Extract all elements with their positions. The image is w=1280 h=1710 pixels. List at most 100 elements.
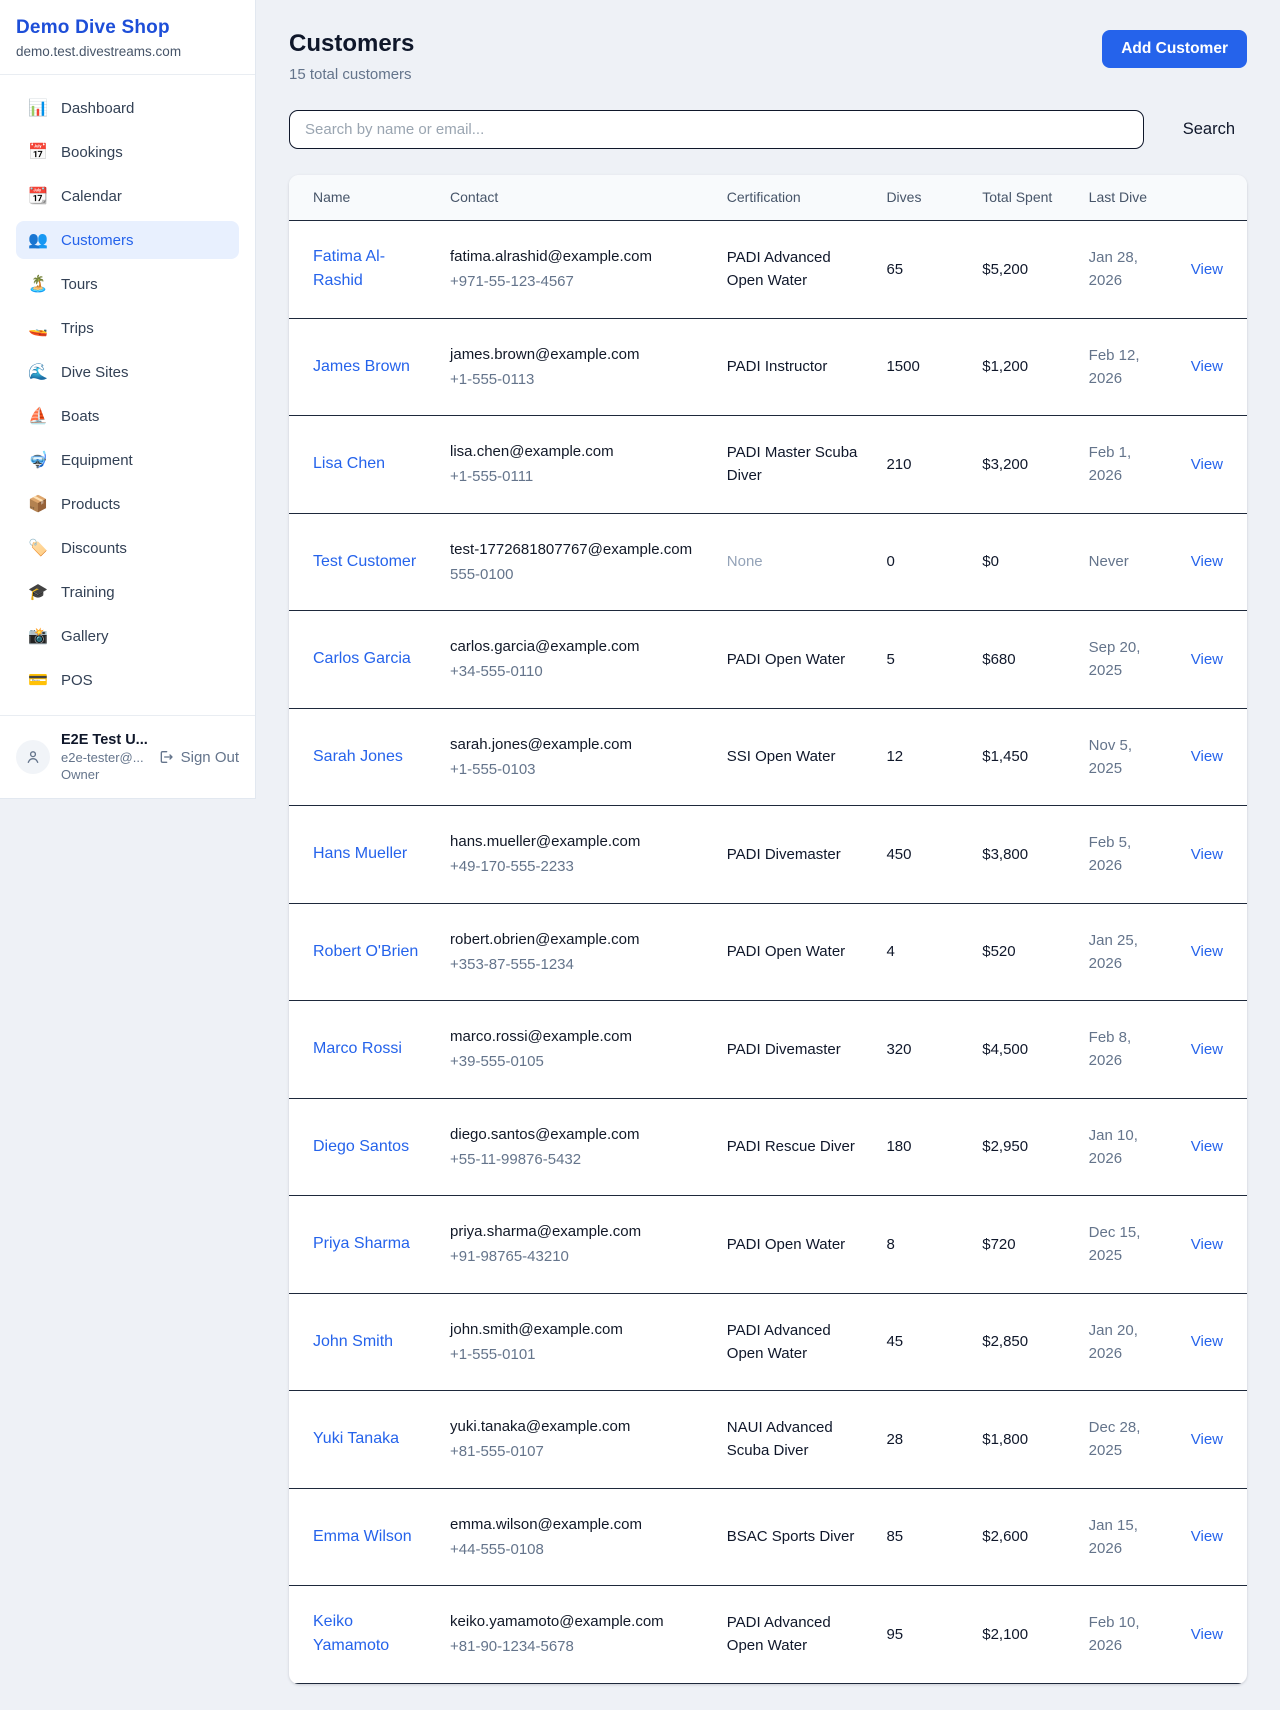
view-customer-link[interactable]: View [1191,1138,1223,1155]
customer-name-link[interactable]: Emma Wilson [313,1525,412,1549]
view-customer-link[interactable]: View [1191,1333,1223,1350]
sidebar-nav-item[interactable]: 📅 Bookings [16,133,239,171]
table-row: Diego Santos diego.santos@example.com +5… [289,1098,1247,1196]
customer-dives: 1500 [874,318,970,416]
customer-total-spent: $720 [970,1196,1076,1294]
view-customer-link[interactable]: View [1191,846,1223,863]
customer-last-dive: Dec 28, 2025 [1077,1391,1167,1489]
search-button[interactable]: Search [1171,120,1247,139]
add-customer-button[interactable]: Add Customer [1102,30,1247,68]
sidebar-nav-item[interactable]: 🏷️ Discounts [16,529,239,567]
sidebar-nav-item[interactable]: 📆 Calendar [16,177,239,215]
nav-item-label: Dive Sites [61,364,129,381]
customer-email: keiko.yamamoto@example.com [450,1610,703,1633]
customer-certification: PADI Instructor [727,358,828,375]
view-customer-link[interactable]: View [1191,1431,1223,1448]
column-header-total-spent: Total Spent [970,175,1076,221]
customer-phone: +81-90-1234-5678 [450,1635,703,1658]
nav-item-label: Discounts [61,540,127,557]
sidebar-nav-item[interactable]: 🚤 Trips [16,309,239,347]
view-customer-link[interactable]: View [1191,261,1223,278]
nav-item-icon: 🏷️ [28,538,48,558]
customer-last-dive: Never [1077,513,1167,611]
customer-name-link[interactable]: Diego Santos [313,1135,409,1159]
nav-item-icon: 🏝️ [28,274,48,294]
customer-name-link[interactable]: Yuki Tanaka [313,1427,399,1451]
customer-certification: PADI Divemaster [727,846,841,863]
column-header-name: Name [289,175,438,221]
customer-dives: 45 [874,1293,970,1391]
view-customer-link[interactable]: View [1191,456,1223,473]
view-customer-link[interactable]: View [1191,1626,1223,1643]
customer-name-link[interactable]: James Brown [313,355,410,379]
nav-item-label: Calendar [61,188,122,205]
view-customer-link[interactable]: View [1191,358,1223,375]
user-name: E2E Test U... [61,732,147,748]
user-meta: E2E Test U... e2e-tester@... Owner [61,732,147,782]
view-customer-link[interactable]: View [1191,1041,1223,1058]
customer-name-link[interactable]: Hans Mueller [313,842,407,866]
customer-email: fatima.alrashid@example.com [450,245,703,268]
table-row: Test Customer test-1772681807767@example… [289,513,1247,611]
view-customer-link[interactable]: View [1191,651,1223,668]
customer-name-link[interactable]: Keiko Yamamoto [313,1610,426,1658]
customer-email: test-1772681807767@example.com [450,538,703,561]
customer-email: james.brown@example.com [450,343,703,366]
sidebar-nav-item[interactable]: ⛵ Boats [16,397,239,435]
sidebar-nav-item[interactable]: 📦 Products [16,485,239,523]
customer-name-link[interactable]: Marco Rossi [313,1037,402,1061]
customer-dives: 95 [874,1586,970,1684]
customer-last-dive: Jan 20, 2026 [1077,1293,1167,1391]
table-row: James Brown james.brown@example.com +1-5… [289,318,1247,416]
customer-name-link[interactable]: Fatima Al-Rashid [313,245,426,293]
sidebar-nav-item[interactable]: 🎓 Training [16,573,239,611]
customer-dives: 8 [874,1196,970,1294]
view-customer-link[interactable]: View [1191,1236,1223,1253]
customer-name-link[interactable]: Robert O'Brien [313,940,418,964]
table-row: Hans Mueller hans.mueller@example.com +4… [289,806,1247,904]
customer-phone: +55-11-99876-5432 [450,1148,703,1171]
person-icon [24,748,42,766]
view-customer-link[interactable]: View [1191,553,1223,570]
search-input[interactable] [289,110,1144,149]
sidebar-nav-item[interactable]: 🌊 Dive Sites [16,353,239,391]
customer-phone: +34-555-0110 [450,660,703,683]
customer-name-link[interactable]: Sarah Jones [313,745,403,769]
customer-name-link[interactable]: Lisa Chen [313,452,385,476]
sidebar-nav-item[interactable]: 🤿 Equipment [16,441,239,479]
customer-email: emma.wilson@example.com [450,1513,703,1536]
sidebar-nav-item[interactable]: 📊 Dashboard [16,89,239,127]
customer-certification: PADI Divemaster [727,1041,841,1058]
customer-name-link[interactable]: Test Customer [313,550,416,574]
customer-total-spent: $2,600 [970,1488,1076,1586]
customer-name-link[interactable]: Carlos Garcia [313,647,411,671]
customer-total-spent: $4,500 [970,1001,1076,1099]
sign-out-button[interactable]: Sign Out [158,749,239,766]
nav-item-label: Gallery [61,628,109,645]
customer-email: hans.mueller@example.com [450,830,703,853]
customer-last-dive: Jan 10, 2026 [1077,1098,1167,1196]
view-customer-link[interactable]: View [1191,1528,1223,1545]
customer-name-link[interactable]: Priya Sharma [313,1232,410,1256]
sidebar-nav-item[interactable]: 💳 POS [16,661,239,699]
search-bar: Search [289,110,1247,149]
customer-total-spent: $520 [970,903,1076,1001]
customer-dives: 85 [874,1488,970,1586]
nav-item-label: Dashboard [61,100,134,117]
customer-phone: +971-55-123-4567 [450,270,703,293]
customer-last-dive: Feb 1, 2026 [1077,416,1167,514]
view-customer-link[interactable]: View [1191,748,1223,765]
view-customer-link[interactable]: View [1191,943,1223,960]
nav-item-icon: 📸 [28,626,48,646]
customer-dives: 0 [874,513,970,611]
sidebar-nav-item[interactable]: 🏝️ Tours [16,265,239,303]
sidebar-nav-item[interactable]: 📸 Gallery [16,617,239,655]
shop-title: Demo Dive Shop [16,17,239,39]
customer-email: marco.rossi@example.com [450,1025,703,1048]
nav-item-icon: 🚤 [28,318,48,338]
customer-phone: 555-0100 [450,563,703,586]
customer-certification: PADI Advanced Open Water [727,1614,831,1654]
nav-item-label: Boats [61,408,99,425]
sidebar-nav-item[interactable]: 👥 Customers [16,221,239,259]
customer-name-link[interactable]: John Smith [313,1330,393,1354]
